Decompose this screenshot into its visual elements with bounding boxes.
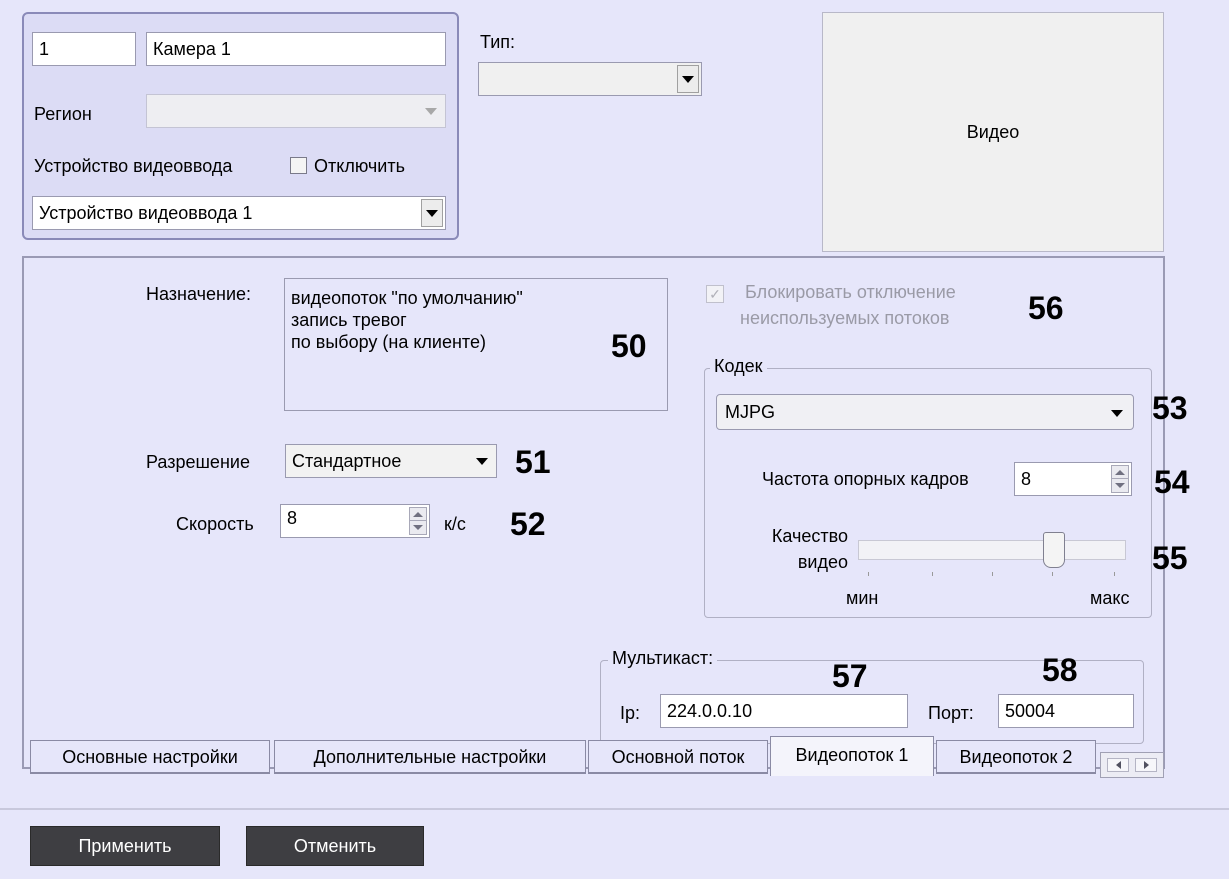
device-value: Устройство видеоввода 1 — [39, 203, 253, 223]
quality-label-1: Качество — [771, 526, 848, 546]
resolution-label: Разрешение — [146, 452, 250, 472]
quality-slider-thumb[interactable] — [1043, 532, 1065, 568]
quality-slider-track — [858, 540, 1126, 560]
callout-58: 58 — [1042, 652, 1078, 688]
keyframe-value: 8 — [1021, 469, 1032, 489]
codec-value: MJPG — [725, 402, 776, 422]
block-unused-checkbox[interactable]: ✓ — [706, 285, 724, 303]
device-label: Устройство видеоввода — [34, 156, 233, 176]
speed-label: Скорость — [176, 514, 254, 534]
slider-tick — [932, 572, 933, 576]
codec-select[interactable]: MJPG — [716, 394, 1134, 430]
callout-55: 55 — [1152, 540, 1188, 576]
keyframe-label: Частота опорных кадров — [762, 469, 969, 489]
tab-video-stream-2[interactable]: Видеопоток 2 — [936, 740, 1096, 774]
callout-54: 54 — [1154, 464, 1190, 500]
type-select[interactable] — [478, 62, 702, 96]
cancel-button[interactable]: Отменить — [246, 826, 424, 866]
port-label: Порт: — [928, 703, 974, 723]
callout-53: 53 — [1152, 390, 1188, 426]
callout-52: 52 — [510, 506, 546, 542]
keyframe-spinner[interactable]: 8 — [1014, 462, 1132, 496]
quality-max-label: макс — [1090, 588, 1130, 608]
resolution-select[interactable]: Стандартное — [285, 444, 497, 478]
multicast-group-title: Мультикаст: — [608, 648, 718, 669]
tab-video-stream-1[interactable]: Видеопоток 1 — [770, 736, 934, 776]
resolution-value: Стандартное — [292, 451, 402, 471]
tab-scroll-left-icon[interactable] — [1107, 758, 1129, 772]
callout-50: 50 — [611, 328, 647, 364]
block-unused-label-1: Блокировать отключение — [745, 282, 956, 302]
purpose-line: запись тревог — [291, 310, 407, 330]
port-field[interactable]: 50004 — [998, 694, 1134, 728]
slider-tick — [1052, 572, 1053, 576]
region-select[interactable] — [146, 94, 446, 128]
purpose-line: по выбору (на клиенте) — [291, 332, 486, 352]
camera-name-field[interactable]: Камера 1 — [146, 32, 446, 66]
codec-group-title: Кодек — [710, 356, 767, 377]
quality-label-2: видео — [797, 552, 848, 572]
chevron-down-icon — [476, 458, 488, 465]
block-unused-label-2: неиспользуемых потоков — [740, 308, 950, 328]
footer-divider — [0, 808, 1229, 810]
region-label: Регион — [34, 104, 92, 124]
callout-57: 57 — [832, 658, 868, 694]
callout-56: 56 — [1028, 290, 1064, 326]
slider-tick — [868, 572, 869, 576]
callout-51: 51 — [515, 444, 551, 480]
quality-min-label: мин — [846, 588, 879, 608]
disable-label: Отключить — [314, 156, 405, 176]
camera-id-field[interactable]: 1 — [32, 32, 136, 66]
chevron-down-icon — [1111, 410, 1123, 417]
spin-down-icon[interactable] — [1111, 478, 1129, 493]
slider-tick — [1114, 572, 1115, 576]
speed-value: 8 — [287, 508, 298, 528]
video-preview: Видео — [822, 12, 1164, 252]
spin-down-icon[interactable] — [409, 520, 427, 535]
device-select[interactable]: Устройство видеоввода 1 — [32, 196, 446, 230]
speed-unit: к/с — [444, 514, 466, 534]
purpose-line: видеопоток "по умолчанию" — [291, 288, 523, 308]
chevron-down-icon — [425, 108, 437, 115]
quality-slider[interactable] — [858, 530, 1126, 590]
ip-label: Ip: — [620, 703, 641, 723]
slider-tick — [992, 572, 993, 576]
apply-button[interactable]: Применить — [30, 826, 220, 866]
tab-main-stream[interactable]: Основной поток — [588, 740, 768, 774]
chevron-down-icon — [421, 199, 443, 227]
tab-scroll-right-icon[interactable] — [1135, 758, 1157, 772]
video-label: Видео — [966, 121, 1020, 142]
chevron-down-icon — [677, 65, 699, 93]
disable-checkbox[interactable] — [290, 157, 307, 174]
tab-main-settings[interactable]: Основные настройки — [30, 740, 270, 774]
speed-spinner[interactable]: 8 — [280, 504, 430, 538]
ip-field[interactable]: 224.0.0.10 — [660, 694, 908, 728]
purpose-label: Назначение: — [146, 284, 252, 304]
tab-additional-settings[interactable]: Дополнительные настройки — [274, 740, 586, 774]
tab-scroll-arrows — [1100, 752, 1164, 778]
type-label: Тип: — [480, 32, 516, 52]
